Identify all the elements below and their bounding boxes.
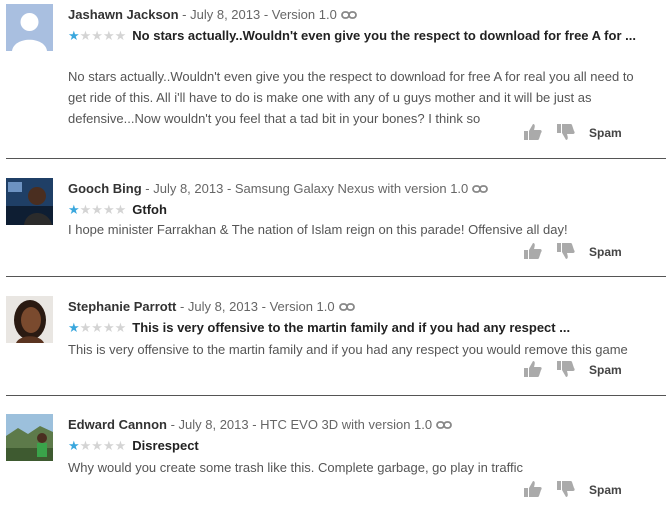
review-date-version: - July 8, 2013 - Version 1.0 xyxy=(176,299,335,314)
review-author[interactable]: Stephanie Parrott xyxy=(68,299,176,314)
spam-button[interactable]: Spam xyxy=(589,483,622,497)
review-title: This is very offensive to the martin fam… xyxy=(132,320,571,335)
thumbs-down-icon[interactable] xyxy=(556,123,576,146)
review-date-version: - July 8, 2013 - Samsung Galaxy Nexus wi… xyxy=(141,181,469,196)
review-title-row: ★★★★★ Gtfoh xyxy=(68,201,648,219)
permalink-icon[interactable] xyxy=(472,181,489,198)
avatar[interactable] xyxy=(6,414,53,461)
review-title: No stars actually..Wouldn't even give yo… xyxy=(132,28,636,43)
avatar[interactable] xyxy=(6,4,53,51)
thumbs-up-icon[interactable] xyxy=(523,360,543,383)
review-meta: Stephanie Parrott - July 8, 2013 - Versi… xyxy=(68,298,355,316)
review-body: This is very offensive to the martin fam… xyxy=(68,342,628,357)
thumbs-up-icon[interactable] xyxy=(523,123,543,146)
review-title-row: ★★★★★ No stars actually..Wouldn't even gi… xyxy=(68,27,648,45)
review-title: Gtfoh xyxy=(132,202,167,217)
thumbs-down-icon[interactable] xyxy=(556,360,576,383)
thumbs-up-icon[interactable] xyxy=(523,242,543,265)
review-actions: Spam xyxy=(523,242,633,262)
spam-button[interactable]: Spam xyxy=(589,245,622,259)
thumbs-down-icon[interactable] xyxy=(556,480,576,503)
thumbs-down-icon[interactable] xyxy=(556,242,576,265)
review-actions: Spam xyxy=(523,360,633,380)
thumbs-up-icon[interactable] xyxy=(523,480,543,503)
review-actions: Spam xyxy=(523,480,633,500)
star-rating: ★★★★★ xyxy=(68,202,127,217)
permalink-icon[interactable] xyxy=(340,7,357,24)
star-rating: ★★★★★ xyxy=(68,438,127,453)
review-body: No stars actually..Wouldn't even give yo… xyxy=(68,69,634,126)
review-meta: Edward Cannon - July 8, 2013 - HTC EVO 3… xyxy=(68,416,453,434)
review-date-version: - July 8, 2013 - HTC EVO 3D with version… xyxy=(166,417,433,432)
avatar[interactable] xyxy=(6,178,53,225)
review-body: Why would you create some trash like thi… xyxy=(68,460,523,475)
spam-button[interactable]: Spam xyxy=(589,363,622,377)
review-body: I hope minister Farrakhan & The nation o… xyxy=(68,222,568,237)
permalink-icon[interactable] xyxy=(436,417,453,434)
review-author[interactable]: Edward Cannon xyxy=(68,417,167,432)
review-meta: Gooch Bing - July 8, 2013 - Samsung Gala… xyxy=(68,180,489,198)
divider xyxy=(6,158,666,159)
review-meta: Jashawn Jackson - July 8, 2013 - Version… xyxy=(68,6,357,24)
review-date-version: - July 8, 2013 - Version 1.0 xyxy=(178,7,337,22)
review-title-row: ★★★★★ Disrespect xyxy=(68,437,648,455)
divider xyxy=(6,395,666,396)
review-title-row: ★★★★★ This is very offensive to the marti… xyxy=(68,319,648,337)
star-rating: ★★★★★ xyxy=(68,28,127,43)
star-rating: ★★★★★ xyxy=(68,320,127,335)
review-author[interactable]: Gooch Bing xyxy=(68,181,142,196)
avatar[interactable] xyxy=(6,296,53,343)
review-actions: Spam xyxy=(523,123,633,143)
permalink-icon[interactable] xyxy=(338,299,355,316)
divider xyxy=(6,276,666,277)
review-author[interactable]: Jashawn Jackson xyxy=(68,7,179,22)
spam-button[interactable]: Spam xyxy=(589,126,622,140)
review-title: Disrespect xyxy=(132,438,199,453)
